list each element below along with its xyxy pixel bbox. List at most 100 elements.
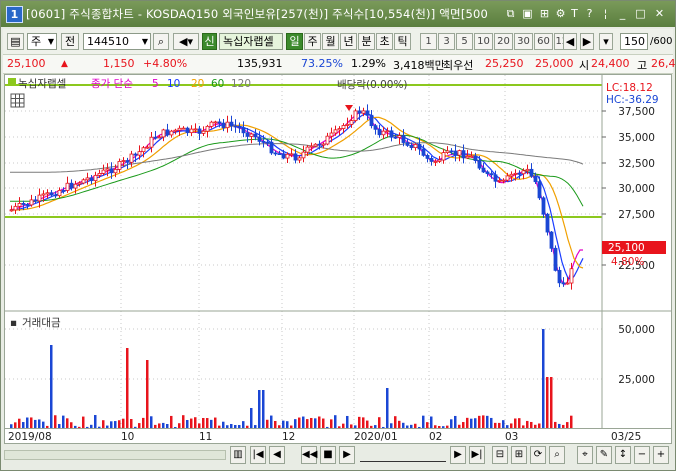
eraser-icon[interactable]: ✎ [596,446,612,464]
volume-bar [262,390,265,428]
zoom-in-icon[interactable]: ⊞ [511,446,527,464]
target-icon[interactable]: ⌖ [577,446,593,464]
period-tab-0[interactable]: 일 [286,33,303,50]
code-input[interactable]: 144510 ▼ [83,33,151,50]
volume-bar [230,423,233,428]
interval-button-4[interactable]: 20 [494,33,513,50]
volume-bar [482,415,485,428]
minus-icon[interactable]: − [634,446,650,464]
layout-icon[interactable]: ▤ [7,33,24,50]
search-icon[interactable]: ⌕ [153,33,169,50]
volume-bar [90,424,93,428]
period-tab-5[interactable]: 초 [376,33,393,50]
prev-button[interactable]: 전 [61,33,79,50]
candle [197,128,202,134]
volume-bar [298,417,301,428]
candle [145,146,150,149]
last-icon[interactable]: ▶| [469,446,485,464]
period-left-icon[interactable]: ◀ [563,33,577,50]
grid-icon[interactable]: ⊞ [538,7,551,20]
interval-button-0[interactable]: 1 [420,33,437,50]
candle [461,150,466,159]
volume-bar [174,426,177,428]
interval-button-6[interactable]: 60 [534,33,553,50]
settings-icon[interactable]: ⚙ [554,7,567,20]
window-number-badge: 1 [6,6,23,23]
candle [173,129,178,132]
minimize-icon[interactable]: _ [616,7,629,20]
date-axis-strip: 2019/08 10 11 12 2020/01 02 03 03/25 [4,429,672,444]
window-title: [0601] 주식종합차트 - KOSDAQ150 외국인보유[257(천)] … [26,7,489,21]
font-size-icon[interactable]: T [568,7,581,20]
link-icon[interactable]: ⧉ [504,7,517,20]
volume-bar [422,415,425,428]
period-select[interactable]: 주 ▼ [27,33,57,50]
candle [481,167,486,173]
quote-open: 24,400 [591,57,630,70]
table-icon[interactable] [10,93,25,108]
volume-bar [446,425,449,428]
scrollbar[interactable] [4,450,226,460]
plus-icon[interactable]: + [653,446,669,464]
candle [389,130,394,138]
volume-bar [366,420,369,428]
period-tab-3[interactable]: 년 [340,33,357,50]
volume-bar [218,425,221,428]
period-tab-6[interactable]: 틱 [394,33,411,50]
interval-button-2[interactable]: 5 [456,33,473,50]
volume-bar [342,423,345,428]
help-icon[interactable]: ? [583,7,596,20]
volume-bar [162,422,165,428]
candle [133,153,138,156]
sort-icon[interactable]: ↕ [615,446,631,464]
volume-bar [462,422,465,428]
volume-bar [306,419,309,428]
toolbar: ▤ 주 ▼ 전 144510 ▼ ⌕ ◀▾ 신 녹십자랩셀 일주월년분초틱 1351… [3,29,673,55]
candle [509,173,514,177]
quote-change-pct: +4.80% [143,57,188,70]
rewind-icon[interactable]: ◀◀ [301,446,317,464]
candle [401,135,406,143]
speed-slider[interactable] [360,449,446,462]
chart-area[interactable]: 37,500 35,000 32,500 30,000 27,500 22,500 50,… [4,74,672,429]
period-tab-4[interactable]: 분 [358,33,375,50]
interval-button-5[interactable]: 30 [514,33,533,50]
new-badge[interactable]: 신 [202,33,217,50]
interval-button-3[interactable]: 10 [474,33,493,50]
chart-icon[interactable]: ▥ [230,446,246,464]
chevron-down-icon[interactable]: ▾ [599,33,613,50]
maximize-icon[interactable]: □ [634,7,647,20]
first-icon[interactable]: |◀ [250,446,266,464]
title-bar[interactable]: 1 [0601] 주식종합차트 - KOSDAQ150 외국인보유[257(천)… [1,1,675,27]
period-tab-1[interactable]: 주 [304,33,321,50]
volume-bar [494,422,497,428]
play-icon[interactable]: ▶ [339,446,355,464]
count-input[interactable]: 150 [620,33,648,50]
candle [117,160,122,170]
volume-bar [382,426,385,428]
zoom-out-icon[interactable]: ⊟ [492,446,508,464]
volume-bar [258,390,261,428]
candle [181,127,186,130]
current-price-tag: 25,100 [608,242,645,254]
prev-icon[interactable]: ◀ [269,446,285,464]
next-icon[interactable]: ▶ [450,446,466,464]
volume-bar [438,426,441,428]
volume-bar [526,420,529,428]
candle [177,127,182,131]
close-icon[interactable]: ✕ [653,7,666,20]
candle [137,151,142,156]
candle [69,182,74,189]
candle [25,204,30,206]
period-tab-2[interactable]: 월 [322,33,339,50]
volume-bar [278,425,281,428]
chart-canvas[interactable]: 37,50035,00032,50030,00027,50022,500 50,… [5,75,671,428]
period-right-icon[interactable]: ▶ [580,33,594,50]
speaker-icon[interactable]: ◀▾ [173,33,199,50]
interval-button-1[interactable]: 3 [438,33,455,50]
volume-bar [282,420,285,428]
refresh-icon[interactable]: ⟳ [530,446,546,464]
window-icon[interactable]: ▣ [521,7,534,20]
stop-icon[interactable]: ■ [320,446,336,464]
search-icon[interactable]: ⌕ [549,446,565,464]
